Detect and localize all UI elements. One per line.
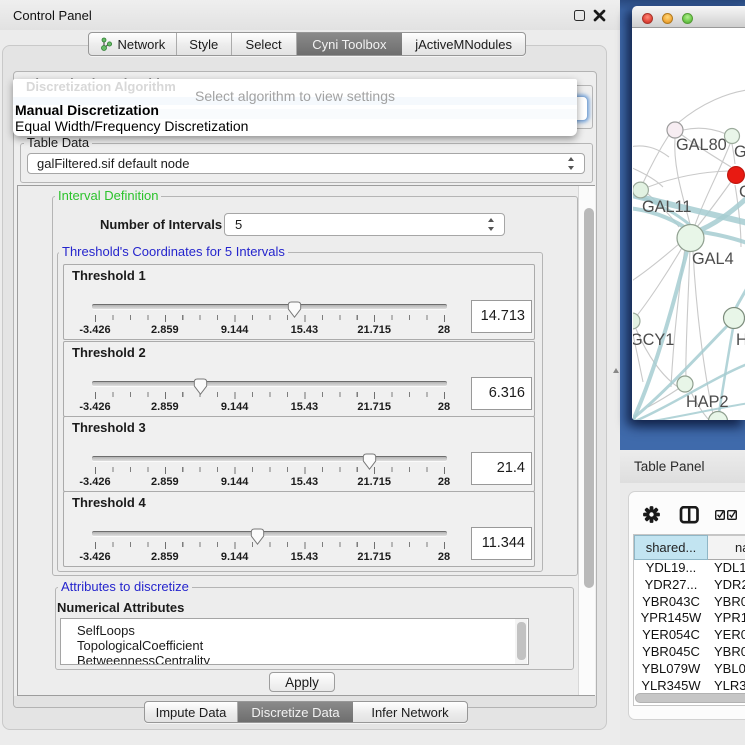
svg-text:HAP2: HAP2 xyxy=(686,393,729,411)
svg-text:GAL4: GAL4 xyxy=(692,250,734,268)
svg-text:C: C xyxy=(739,183,745,201)
svg-text:GCY1: GCY1 xyxy=(633,331,674,349)
svg-text:GA: GA xyxy=(734,143,745,161)
svg-text:H: H xyxy=(736,331,745,349)
svg-text:GAL80: GAL80 xyxy=(676,136,727,154)
svg-text:GAL11: GAL11 xyxy=(642,198,691,216)
